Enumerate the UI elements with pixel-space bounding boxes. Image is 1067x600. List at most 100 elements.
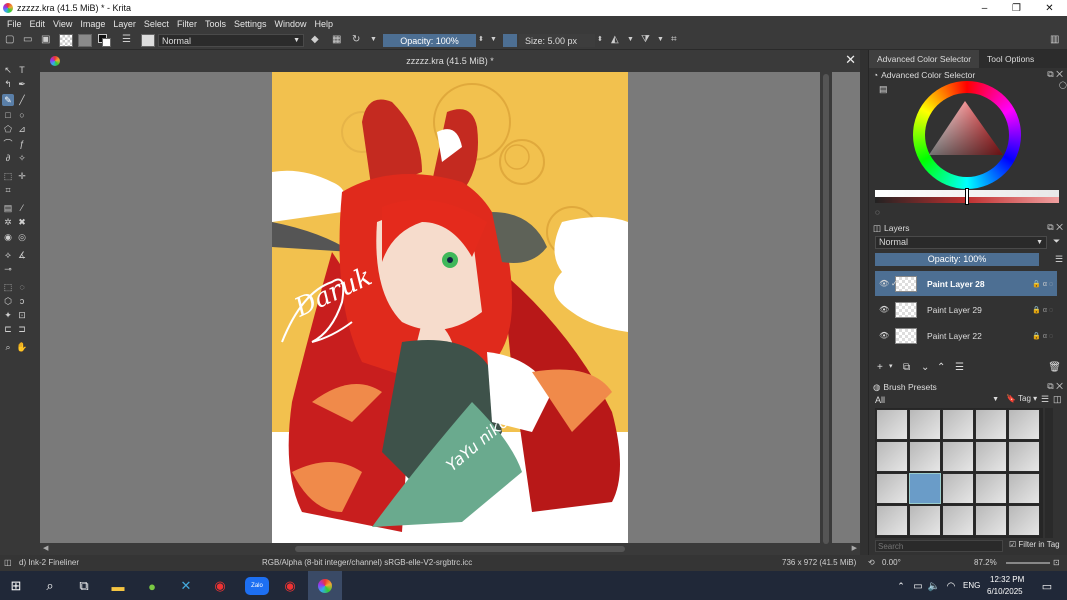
brush-preset-item[interactable] xyxy=(942,505,974,536)
eraser-icon[interactable]: ◆ xyxy=(311,34,319,47)
scroll-right-icon[interactable]: ▶ xyxy=(852,544,857,552)
search-icon[interactable]: ⌕ xyxy=(39,575,61,597)
open-document-icon[interactable]: ▭ xyxy=(23,34,32,47)
menu-help[interactable]: Help xyxy=(311,19,338,29)
freehand-path-icon[interactable]: ƒ xyxy=(16,138,28,150)
polyline-tool-icon[interactable]: ⊿ xyxy=(16,123,28,135)
zoom-slider[interactable] xyxy=(1006,562,1050,564)
brush-preset-item[interactable] xyxy=(1008,473,1040,504)
artwork-canvas[interactable]: Daruk YaYu niko xyxy=(272,72,628,543)
freehand-select-icon[interactable]: ↄ xyxy=(16,295,28,307)
color-picker-icon[interactable]: ⁄ xyxy=(16,202,28,214)
mirror-horizontal-icon[interactable]: ◭ xyxy=(611,34,619,47)
freehand-brush-icon[interactable]: ✎ xyxy=(2,94,14,106)
brush-preset-item[interactable] xyxy=(909,441,941,472)
brush-preset-item[interactable] xyxy=(975,441,1007,472)
brush-preset-item[interactable] xyxy=(1008,441,1040,472)
horizontal-scrollbar[interactable]: ◀ ▶ xyxy=(40,543,860,555)
layer-name[interactable]: Paint Layer 29 xyxy=(927,305,982,315)
maximize-button[interactable]: ❐ xyxy=(1000,0,1033,16)
layer-lock-icon[interactable]: 🔒 α ◌ xyxy=(1032,280,1053,288)
size-spin-icon[interactable]: ⬍ xyxy=(597,34,603,47)
wrap-around-icon[interactable]: ⌗ xyxy=(671,34,677,47)
filter-in-tag-checkbox[interactable]: ☑ Filter in Tag xyxy=(1009,540,1060,549)
vertical-scrollbar[interactable] xyxy=(820,50,832,555)
fit-view-icon[interactable]: ⊡ xyxy=(1053,558,1060,567)
zoom-value[interactable]: 87.2% xyxy=(974,558,997,567)
brush-preset-item[interactable] xyxy=(909,505,941,536)
brush-scrollbar[interactable] xyxy=(1045,408,1053,538)
smart-patch-icon[interactable]: ✖ xyxy=(16,216,28,228)
new-document-icon[interactable]: ▢ xyxy=(5,34,14,47)
zalo-icon[interactable]: Zalo xyxy=(245,577,269,595)
brush-preset-item[interactable] xyxy=(975,409,1007,440)
brush-preset-item[interactable] xyxy=(876,505,908,536)
krita-taskbar-icon[interactable] xyxy=(308,571,342,600)
assistant-tool-icon[interactable]: ⟡ xyxy=(2,249,14,261)
rect-select-icon[interactable]: ⬚ xyxy=(2,281,14,293)
menu-edit[interactable]: Edit xyxy=(26,19,50,29)
layer-row[interactable]: 👁 Paint Layer 29 🔒 α ◌ xyxy=(875,297,1057,322)
app-x-icon[interactable]: ✕ xyxy=(175,575,197,597)
brush-preset-item[interactable] xyxy=(1008,409,1040,440)
tag-button[interactable]: 🔖 Tag ▾ xyxy=(1006,394,1037,403)
dock-float-close-icon[interactable]: ⧉ ✕ xyxy=(1047,222,1063,233)
layer-menu-icon[interactable]: ☰ xyxy=(1055,254,1063,265)
transform-tool-icon[interactable]: ⬚ xyxy=(2,170,14,182)
brush-filter-select[interactable]: All ▼ xyxy=(875,394,1001,406)
color-mini-icon[interactable]: ◯ xyxy=(1059,81,1067,89)
rectangle-tool-icon[interactable]: □ xyxy=(2,109,14,121)
brush-storage-icon[interactable]: ◫ xyxy=(1053,394,1062,405)
calligraphy-icon[interactable]: ✒ xyxy=(16,78,28,90)
brush-preset-item[interactable] xyxy=(1008,505,1040,536)
magnetic-select-icon[interactable]: ⊐ xyxy=(16,323,28,335)
similar-select-icon[interactable]: ⊡ xyxy=(16,309,28,321)
menu-window[interactable]: Window xyxy=(270,19,310,29)
wifi-icon[interactable]: ◠ xyxy=(940,575,962,597)
workspace-icon[interactable]: ▥ xyxy=(1050,34,1059,47)
measure-tool-icon[interactable]: ∡ xyxy=(16,249,28,261)
opacity-slider[interactable]: Opacity: 100% xyxy=(383,34,476,47)
color-triangle[interactable] xyxy=(927,99,1007,169)
chevron-down-icon[interactable]: ▼ xyxy=(657,34,664,47)
tab-tool-options[interactable]: Tool Options xyxy=(979,50,1042,68)
fg-bg-color-swatch[interactable] xyxy=(98,34,112,47)
pattern-swatch[interactable] xyxy=(78,34,92,47)
select-shapes-icon[interactable]: ↖ xyxy=(2,64,14,76)
polygon-select-icon[interactable]: ⬡ xyxy=(2,295,14,307)
dock-float-close-icon[interactable]: ⧉ ✕ xyxy=(1047,69,1063,80)
menu-image[interactable]: Image xyxy=(76,19,109,29)
layer-lock-icon[interactable]: 🔒 α ◌ xyxy=(1032,332,1053,340)
task-view-icon[interactable]: ⧉ xyxy=(73,575,95,597)
layer-blend-mode-select[interactable]: Normal ▼ xyxy=(875,236,1047,249)
move-tool-icon[interactable]: ✛ xyxy=(16,170,28,182)
chevron-down-icon[interactable]: ▼ xyxy=(490,34,497,47)
layer-lock-icon[interactable]: 🔒 α ◌ xyxy=(1032,306,1053,314)
layer-row[interactable]: 👁 Paint Layer 22 🔒 α ◌ xyxy=(875,323,1057,348)
crop-tool-icon[interactable]: ⌗ xyxy=(2,184,14,196)
enclose-fill-icon[interactable]: ◎ xyxy=(16,231,28,243)
ellipse-select-icon[interactable]: ◌ xyxy=(16,281,28,293)
minimize-button[interactable]: – xyxy=(968,0,1001,16)
chrome-icon[interactable]: ◉ xyxy=(209,575,231,597)
color-hue-ring[interactable] xyxy=(913,81,1021,189)
chevron-down-icon[interactable]: ▼ xyxy=(627,34,634,47)
brush-size-slider[interactable]: Size: 5.00 px xyxy=(519,34,595,47)
brush-preset-item[interactable] xyxy=(876,441,908,472)
blend-mode-select[interactable]: Normal ▼ xyxy=(158,34,304,47)
menu-file[interactable]: File xyxy=(3,19,26,29)
layer-name[interactable]: Paint Layer 22 xyxy=(927,331,982,341)
color-settings-icon[interactable]: ▤ xyxy=(879,84,888,95)
gradient-tool-icon[interactable]: ▤ xyxy=(2,202,14,214)
save-document-icon[interactable]: ▣ xyxy=(41,34,50,47)
delete-layer-icon[interactable]: 🗑 xyxy=(1048,362,1061,373)
menu-layer[interactable]: Layer xyxy=(109,19,140,29)
reload-preset-icon[interactable]: ↻ xyxy=(352,34,360,47)
chrome-icon[interactable]: ◉ xyxy=(279,575,301,597)
brush-preset-item[interactable] xyxy=(942,409,974,440)
brush-preset-item[interactable] xyxy=(909,409,941,440)
edit-shapes-icon[interactable]: ↰ xyxy=(2,78,14,90)
language-indicator[interactable]: ENG xyxy=(963,581,980,590)
polygon-tool-icon[interactable]: ⬠ xyxy=(2,123,14,135)
image-dimensions[interactable]: 736 x 972 (41.5 MiB) xyxy=(782,558,856,567)
